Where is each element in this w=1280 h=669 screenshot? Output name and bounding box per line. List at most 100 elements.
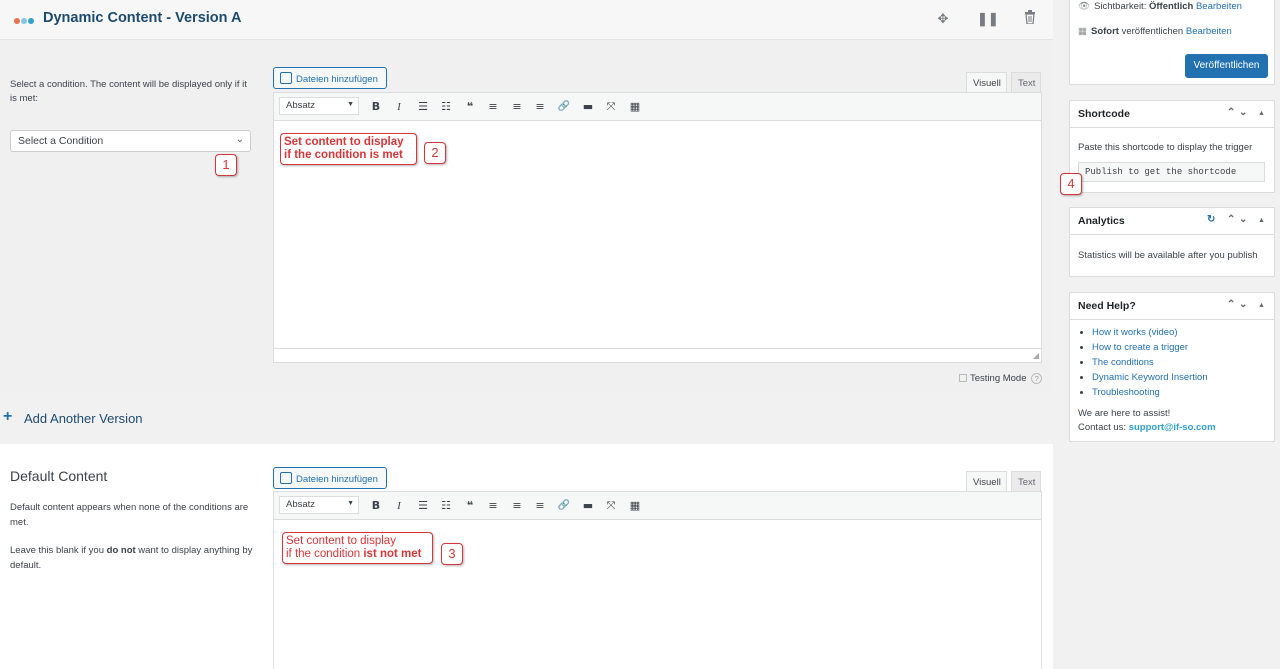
media-icon [280,72,292,84]
read-more-button[interactable]: ▬ [580,498,596,514]
read-more-button[interactable]: ▬ [580,99,596,115]
numbered-list-button[interactable]: ☷ [438,99,454,115]
editor-statusbar [274,348,1041,362]
schedule-edit-link[interactable]: Bearbeiten [1186,26,1232,37]
testing-mode-label: Testing Mode [970,373,1027,384]
schedule-text: veröffentlichen [1118,26,1184,37]
visibility-edit-link[interactable]: Bearbeiten [1196,1,1242,12]
version-title: Dynamic Content - Version A [43,10,242,26]
add-media-button[interactable]: Dateien hinzufügen [273,67,387,89]
move-icon[interactable]: ✥ [934,10,952,28]
shortcode-field[interactable]: Publish to get the shortcode [1078,162,1265,182]
bold-button[interactable]: B [368,498,384,514]
help-link-item[interactable]: Troubleshooting [1092,385,1208,400]
format-select-value: Absatz [286,499,316,510]
help-link-keyword-insertion[interactable]: Dynamic Keyword Insertion [1092,372,1208,383]
resize-handle-icon[interactable]: ◢ [1033,351,1039,360]
help-icon[interactable]: ? [1031,373,1043,384]
fullscreen-button[interactable]: ⤧ [603,498,619,514]
move-down-icon[interactable]: ⌄ [1239,107,1247,118]
refresh-icon[interactable]: ↻ [1207,214,1215,225]
fullscreen-button[interactable]: ⤧ [603,99,619,115]
default-content-editor[interactable]: Absatz ▼ B I ☰ ☷ ❝ ≡ ≡ ≡ 🔗 ▬ ⤧ ▦ [273,491,1042,669]
publish-button[interactable]: Veröffentlichen [1185,54,1268,78]
media-icon [280,472,292,484]
tab-text[interactable]: Text [1011,72,1041,92]
collapse-icon[interactable]: ▲ [1258,302,1265,309]
condition-select[interactable]: Select a Condition ⌄ [10,130,251,152]
help-link-troubleshooting[interactable]: Troubleshooting [1092,387,1160,398]
marker-4: 4 [1060,173,1082,195]
testing-mode-checkbox[interactable] [959,374,967,382]
marker-2: 2 [424,142,446,164]
publish-box: 👁 Sichtbarkeit: Öffentlich Bearbeiten ▦ So… [1069,0,1275,85]
align-right-button[interactable]: ≡ [532,99,548,115]
toolbar-toggle-button[interactable]: ▦ [627,99,643,115]
default-content-desc: Default content appears when none of the… [10,502,249,528]
default-annotation-line2-bold: ist not met [363,548,422,560]
link-button[interactable]: 🔗 [556,99,572,115]
default-tab-text[interactable]: Text [1011,471,1041,491]
shortcode-box: Shortcode ⌃ ⌄ ▲ Paste this shortcode to … [1069,100,1275,193]
help-assist: We are here to assist! [1078,408,1171,419]
help-link-video[interactable]: How it works (video) [1092,327,1178,338]
version-header: Dynamic Content - Version A ✥ ❚❚ [0,0,1053,40]
align-left-button[interactable]: ≡ [485,498,501,514]
format-select[interactable]: Absatz ▼ [279,97,359,115]
dot-light-blue [21,18,27,24]
help-link-conditions[interactable]: The conditions [1092,357,1154,368]
content-annotation-line2: if the condition is met [284,149,403,161]
pause-icon[interactable]: ❚❚ [977,10,999,28]
italic-button[interactable]: I [391,99,407,115]
move-down-icon[interactable]: ⌄ [1239,214,1247,225]
help-contact: Contact us: support@if-so.com [1078,422,1216,433]
blockquote-button[interactable]: ❝ [462,99,478,115]
trash-icon[interactable] [1021,10,1039,28]
help-link-item[interactable]: How to create a trigger [1092,340,1208,355]
marker-1: 1 [215,154,237,176]
move-up-icon[interactable]: ⌃ [1227,107,1235,118]
note-text-pre: Leave this blank if you [10,545,107,556]
help-link-item[interactable]: The conditions [1092,355,1208,370]
align-center-button[interactable]: ≡ [509,498,525,514]
help-link-item[interactable]: How it works (video) [1092,325,1208,340]
add-version-button[interactable]: + Add Another Version [0,392,1053,444]
align-right-button[interactable]: ≡ [532,498,548,514]
help-link-create-trigger[interactable]: How to create a trigger [1092,342,1188,353]
help-header[interactable]: Need Help? ⌃ ⌄ ▲ [1070,293,1274,320]
blockquote-button[interactable]: ❝ [462,498,478,514]
italic-button[interactable]: I [391,498,407,514]
align-left-button[interactable]: ≡ [485,99,501,115]
bullet-list-button[interactable]: ☰ [415,99,431,115]
dot-orange [14,18,20,24]
collapse-icon[interactable]: ▲ [1258,217,1265,224]
bold-button[interactable]: B [368,99,384,115]
help-links: How it works (video) How to create a tri… [1070,325,1208,400]
testing-mode-toggle[interactable]: Testing Mode ? [959,373,1043,384]
toolbar-toggle-button[interactable]: ▦ [627,498,643,514]
shortcode-header[interactable]: Shortcode ⌃ ⌄ ▲ [1070,101,1274,128]
shortcode-desc: Paste this shortcode to display the trig… [1078,142,1253,153]
default-format-select[interactable]: Absatz ▼ [279,496,359,514]
bullet-list-button[interactable]: ☰ [415,498,431,514]
default-tab-visual[interactable]: Visuell [966,471,1007,491]
move-up-icon[interactable]: ⌃ [1227,214,1235,225]
collapse-icon[interactable]: ▲ [1258,110,1265,117]
move-down-icon[interactable]: ⌄ [1239,299,1247,310]
link-button[interactable]: 🔗 [556,498,572,514]
calendar-icon: ▦ [1078,26,1087,37]
help-link-item[interactable]: Dynamic Keyword Insertion [1092,370,1208,385]
tab-visual[interactable]: Visuell [966,72,1007,92]
numbered-list-button[interactable]: ☷ [438,498,454,514]
align-center-button[interactable]: ≡ [509,99,525,115]
caret-down-icon: ▼ [347,500,354,507]
analytics-header[interactable]: Analytics ↻ ⌃ ⌄ ▲ [1070,208,1274,235]
contact-email-link[interactable]: support@if-so.com [1129,422,1216,433]
contact-label: Contact us: [1078,422,1129,433]
default-content-title: Default Content [10,468,108,484]
visibility-row: 👁 Sichtbarkeit: Öffentlich Bearbeiten [1078,1,1242,12]
move-up-icon[interactable]: ⌃ [1227,299,1235,310]
default-add-media-button[interactable]: Dateien hinzufügen [273,467,387,489]
chevron-down-icon: ⌄ [235,134,244,145]
schedule-bold: Sofort [1090,26,1119,37]
